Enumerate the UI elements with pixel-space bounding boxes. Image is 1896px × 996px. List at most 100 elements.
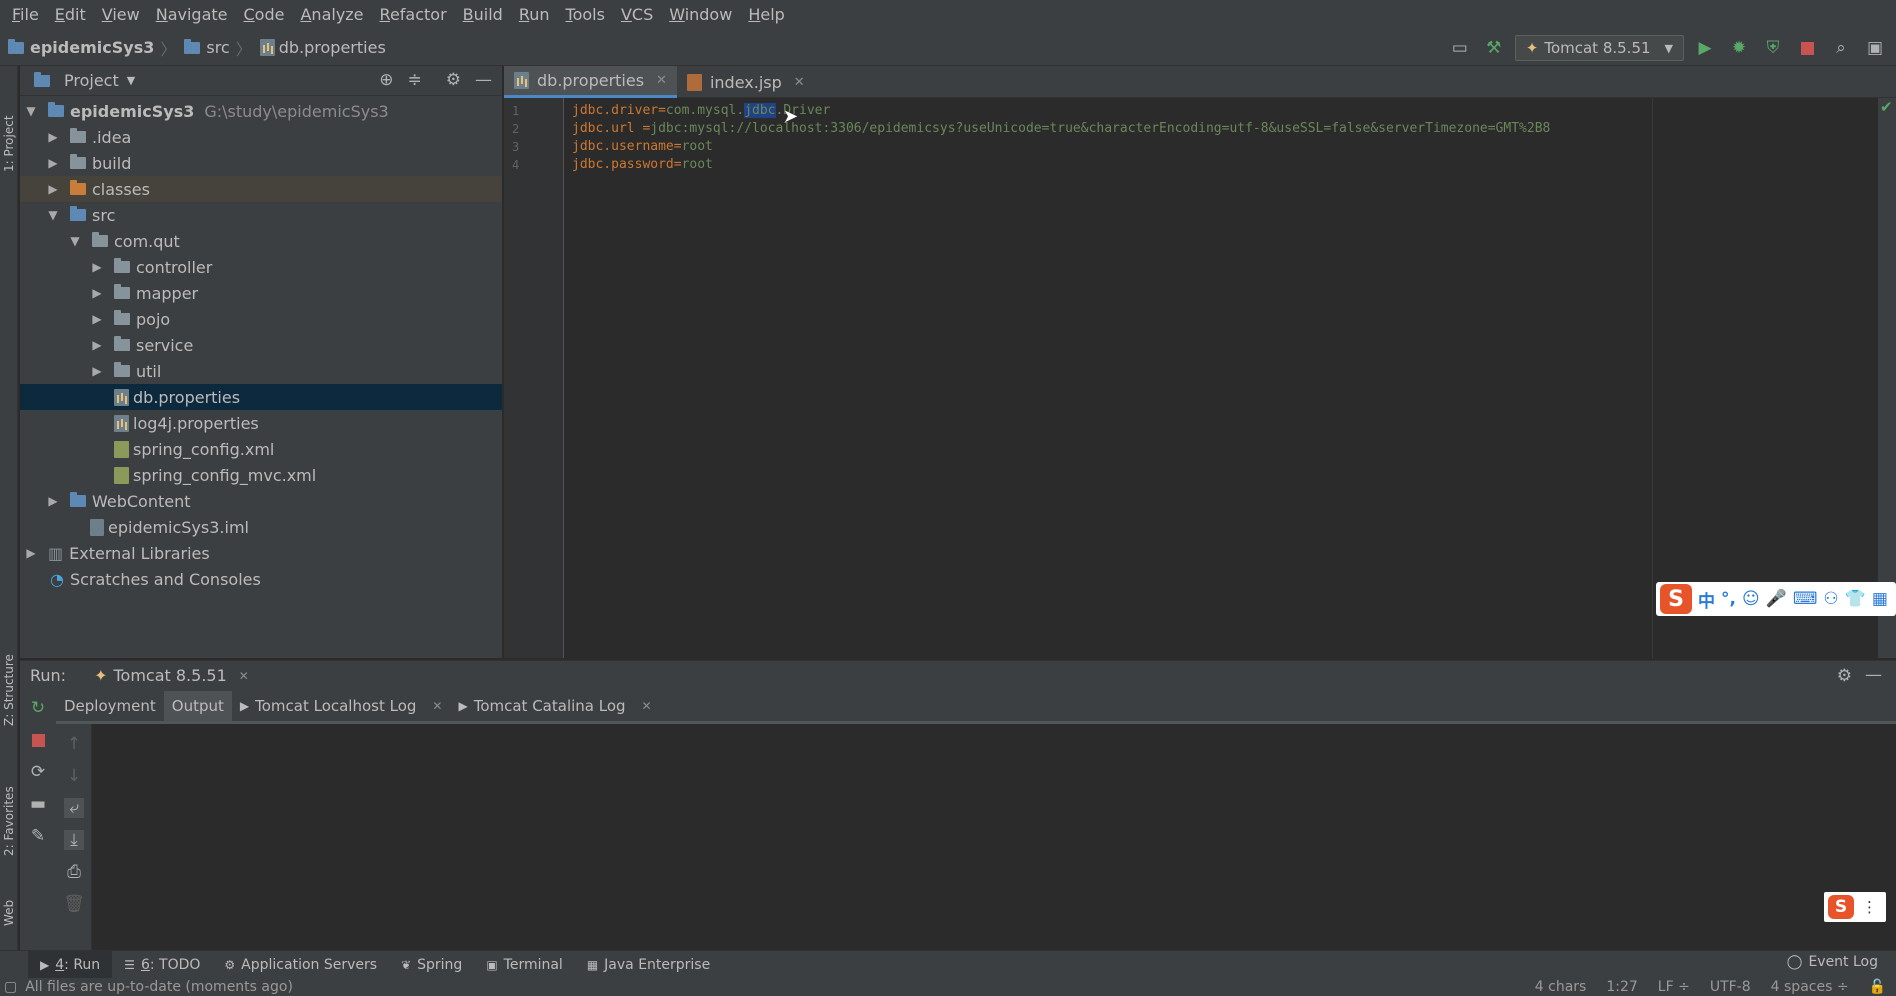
close-icon[interactable]: ✕ [432,699,442,713]
close-icon[interactable]: ✕ [642,699,652,713]
chevron-right-icon[interactable]: ▶ [90,260,104,274]
run-output-console[interactable] [92,724,1896,950]
menu-navigate[interactable]: Navigate [148,0,236,30]
project-tool-button[interactable]: 1: Project [2,72,16,172]
tree-item-spring-config-mvc[interactable]: spring_config_mvc.xml [20,462,502,488]
chevron-down-icon[interactable]: ▼ [68,234,82,248]
tab-tomcat-localhost-log[interactable]: ▶ Tomcat Localhost Log ✕ [232,691,451,721]
stop-icon[interactable] [28,730,48,750]
tree-item-classes[interactable]: ▶ classes [20,176,502,202]
tree-item-util[interactable]: ▶ util [20,358,502,384]
layout-icon[interactable]: ▬ [28,794,48,814]
project-view-select[interactable]: Project ▼ [34,71,135,90]
close-icon[interactable]: ✕ [794,75,805,90]
tab-tomcat-catalina-log[interactable]: ▶ Tomcat Catalina Log ✕ [450,691,659,721]
ime-menu-icon[interactable]: ⋮ [1862,898,1877,916]
presentation-icon[interactable]: ▣ [1862,35,1888,61]
menu-file[interactable]: File [4,0,47,30]
tree-item-pojo[interactable]: ▶ pojo [20,306,502,332]
print-icon[interactable]: ⎙ [64,862,84,882]
line-separator[interactable]: LF ÷ [1658,979,1690,995]
ime-language[interactable]: 中 [1698,587,1715,612]
chevron-right-icon[interactable]: ▶ [46,156,60,170]
bottom-tab-3[interactable]: ⚙ Application Servers [212,951,389,979]
stop-icon[interactable] [1794,35,1820,61]
run-config-tab[interactable]: ✦ Tomcat 8.5.51 ✕ [94,666,249,685]
chevron-right-icon[interactable]: ▶ [24,546,38,560]
tree-item-src[interactable]: ▼ src [20,202,502,228]
code-editor[interactable]: jdbc.driver=com.mysql.jdbc.Driver jdbc.ur… [572,98,1896,658]
tree-item-service[interactable]: ▶ service [20,332,502,358]
tree-root-project[interactable]: ▼ epidemicSys3 G:\study\epidemicSys3 [20,98,502,124]
search-icon[interactable]: ⌕ [1828,35,1854,61]
minimize-icon[interactable]: — [1865,665,1882,685]
indent-setting[interactable]: 4 spaces ÷ [1771,979,1849,995]
tree-item-iml[interactable]: epidemicSys3.iml [20,514,502,540]
menu-vcs[interactable]: VCS [613,0,661,30]
tree-item-idea[interactable]: ▶ .idea [20,124,502,150]
tree-item-com-qut[interactable]: ▼ com.qut [20,228,502,254]
locate-icon[interactable]: ⊕ [379,70,393,90]
build-hammer-icon[interactable]: ⚒ [1481,35,1507,61]
code-line[interactable]: jdbc.password=root [572,157,713,172]
status-toggle-icon[interactable]: ▢ [4,979,17,995]
close-icon[interactable]: ✕ [656,73,667,88]
grid-icon[interactable]: ▦ [1872,589,1888,609]
menu-help[interactable]: Help [740,0,792,30]
skin-icon[interactable]: 👕 [1845,589,1866,609]
tab-deployment[interactable]: Deployment [56,691,164,721]
coverage-icon[interactable]: ⛨ [1760,35,1786,61]
menu-refactor[interactable]: Refactor [372,0,455,30]
ime-logo-icon[interactable]: S [1660,584,1692,614]
event-log-button[interactable]: ◯ Event Log [1787,954,1878,970]
menu-run[interactable]: Run [511,0,558,30]
menu-view[interactable]: View [94,0,148,30]
user-icon[interactable]: ⚇ [1823,589,1838,609]
menu-window[interactable]: Window [661,0,740,30]
tab-output[interactable]: Output [163,690,232,721]
menu-build[interactable]: Build [455,0,511,30]
chevron-right-icon[interactable]: ▶ [46,130,60,144]
chevron-right-icon[interactable]: ▶ [90,312,104,326]
soft-wrap-icon[interactable]: ⤶ [64,798,84,818]
ime-logo-icon[interactable]: S [1828,895,1854,919]
tree-item-db-properties[interactable]: db.properties [20,384,502,410]
tree-item-mapper[interactable]: ▶ mapper [20,280,502,306]
arrow-down-icon[interactable]: ↓ [64,766,84,786]
minimize-icon[interactable]: — [475,70,492,90]
menu-tools[interactable]: Tools [558,0,613,30]
keyboard-icon[interactable]: ⌨ [1793,589,1818,609]
chevron-right-icon[interactable]: ▶ [90,364,104,378]
run-icon[interactable]: ▶ [1692,35,1718,61]
chevron-down-icon[interactable]: ▼ [24,104,38,118]
gear-icon[interactable]: ⚙ [1837,666,1852,686]
emoji-icon[interactable]: ☺ [1742,589,1760,609]
arrow-up-icon[interactable]: ↑ [64,734,84,754]
chevron-down-icon[interactable]: ▼ [46,208,60,222]
project-structure-icon[interactable]: ▭ [1447,35,1473,61]
bottom-tab-2[interactable]: ☰ 6: TODO [112,951,212,979]
tree-item-controller[interactable]: ▶ controller [20,254,502,280]
structure-tool-button[interactable]: Z: Structure [2,646,16,726]
tab-index-jsp[interactable]: index.jsp ✕ [677,66,815,98]
lock-icon[interactable]: 🔓 [1869,979,1886,995]
trash-icon[interactable]: 🗑 [63,894,85,914]
rerun-icon[interactable]: ↻ [28,698,48,718]
pin-icon[interactable]: ✎ [28,826,48,846]
breadcrumb-folder[interactable]: src [206,38,229,57]
bottom-tab-1[interactable]: ▶ 4: Run [28,950,113,979]
tree-item-build[interactable]: ▶ build [20,150,502,176]
breadcrumb-file[interactable]: db.properties [279,38,386,57]
close-icon[interactable]: ✕ [239,669,249,683]
code-line[interactable]: jdbc.username=root [572,139,713,154]
chevron-right-icon[interactable]: ▶ [46,182,60,196]
inspection-ok-icon[interactable]: ✔ [1880,98,1893,116]
chevron-right-icon[interactable]: ▶ [46,494,60,508]
update-icon[interactable]: ⟳ [28,762,48,782]
menu-code[interactable]: Code [236,0,293,30]
collapse-all-icon[interactable]: ≑ [408,70,422,90]
run-configuration-select[interactable]: ✦ Tomcat 8.5.51 ▼ [1514,35,1684,61]
tab-db-properties[interactable]: db.properties ✕ [504,66,677,98]
tree-item-external-libraries[interactable]: ▶ ▥ External Libraries [20,540,502,566]
scroll-to-end-icon[interactable]: ⤓ [64,830,84,850]
